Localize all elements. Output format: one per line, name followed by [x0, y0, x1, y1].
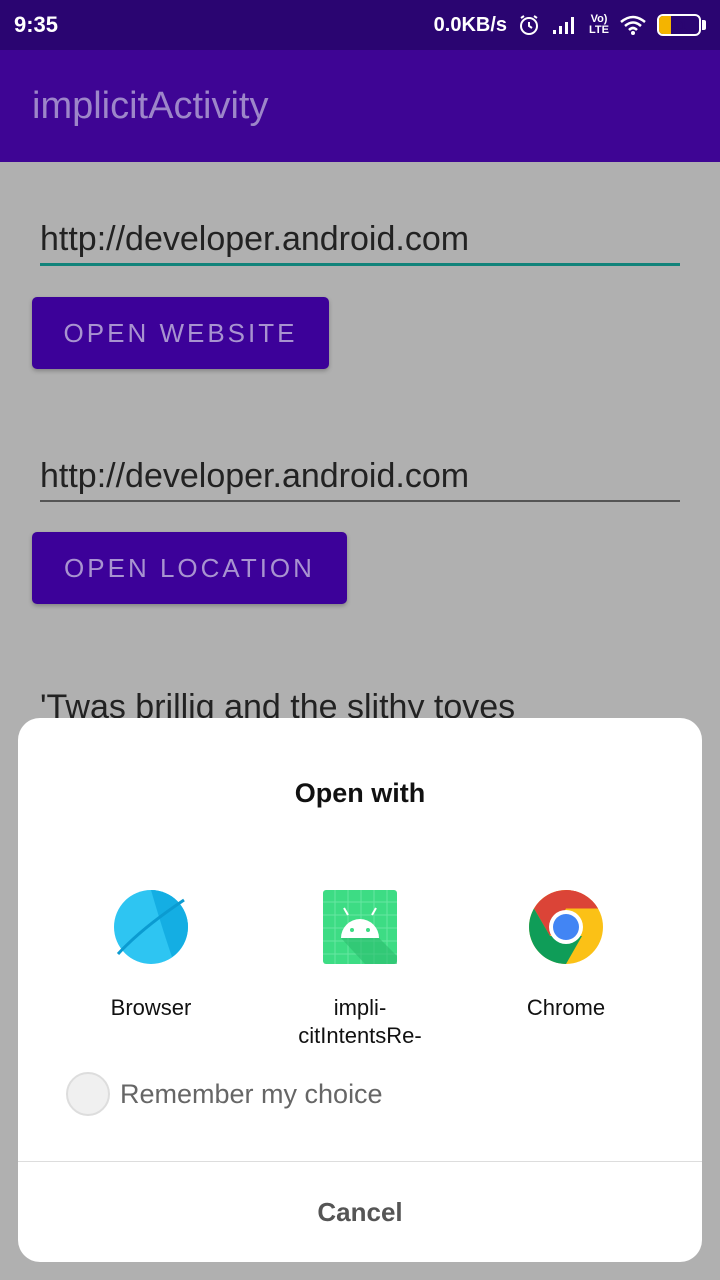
app-option-implicit-intents-receiver[interactable]: impli- citIntentsRe-	[250, 888, 470, 1050]
location-input[interactable]: http://developer.android.com	[40, 452, 680, 502]
app-title: implicitActivity	[32, 84, 269, 127]
remember-choice-radio[interactable]	[66, 1072, 110, 1116]
app-option-browser[interactable]: Browser	[41, 888, 261, 1022]
lte-label: LTE	[589, 24, 609, 36]
battery-body: 31	[657, 14, 701, 36]
app-option-chrome[interactable]: Chrome	[456, 888, 676, 1022]
website-url-input[interactable]: http://developer.android.com	[40, 216, 680, 266]
open-website-button[interactable]: OPEN WEBSITE	[32, 297, 329, 369]
cancel-button[interactable]: Cancel	[18, 1162, 702, 1262]
signal-icon	[551, 14, 579, 36]
alarm-icon	[517, 13, 541, 37]
wifi-icon	[619, 14, 647, 36]
status-time: 9:35	[14, 12, 59, 37]
battery-fill	[659, 16, 672, 34]
battery-level: 31	[671, 17, 687, 33]
net-speed: 0.0KB/s	[433, 13, 508, 36]
open-with-dialog: Open with Browser impli- citIntentsRe- C…	[18, 718, 702, 1262]
status-icons: 0.0KB/s Vo) LTE 31	[434, 13, 706, 37]
app-label-chrome: Chrome	[526, 995, 606, 1020]
volte-icon: Vo) LTE	[589, 14, 609, 36]
android-icon	[321, 888, 399, 966]
status-bar: 9:35 0.0KB/s Vo) LTE 31	[0, 0, 720, 50]
app-bar: implicitActivity	[0, 50, 720, 162]
open-location-button[interactable]: OPEN LOCATION	[32, 532, 347, 604]
app-label-browser: Browser	[110, 995, 192, 1020]
battery-icon: 31	[657, 14, 706, 36]
browser-icon	[112, 888, 190, 966]
remember-choice[interactable]: Remember my choice	[66, 1072, 383, 1116]
chrome-icon	[527, 888, 605, 966]
app-label-implicit: impli- citIntentsRe-	[298, 995, 422, 1048]
dialog-title: Open with	[294, 778, 426, 808]
remember-choice-label: Remember my choice	[120, 1078, 383, 1109]
battery-tip	[702, 20, 706, 30]
